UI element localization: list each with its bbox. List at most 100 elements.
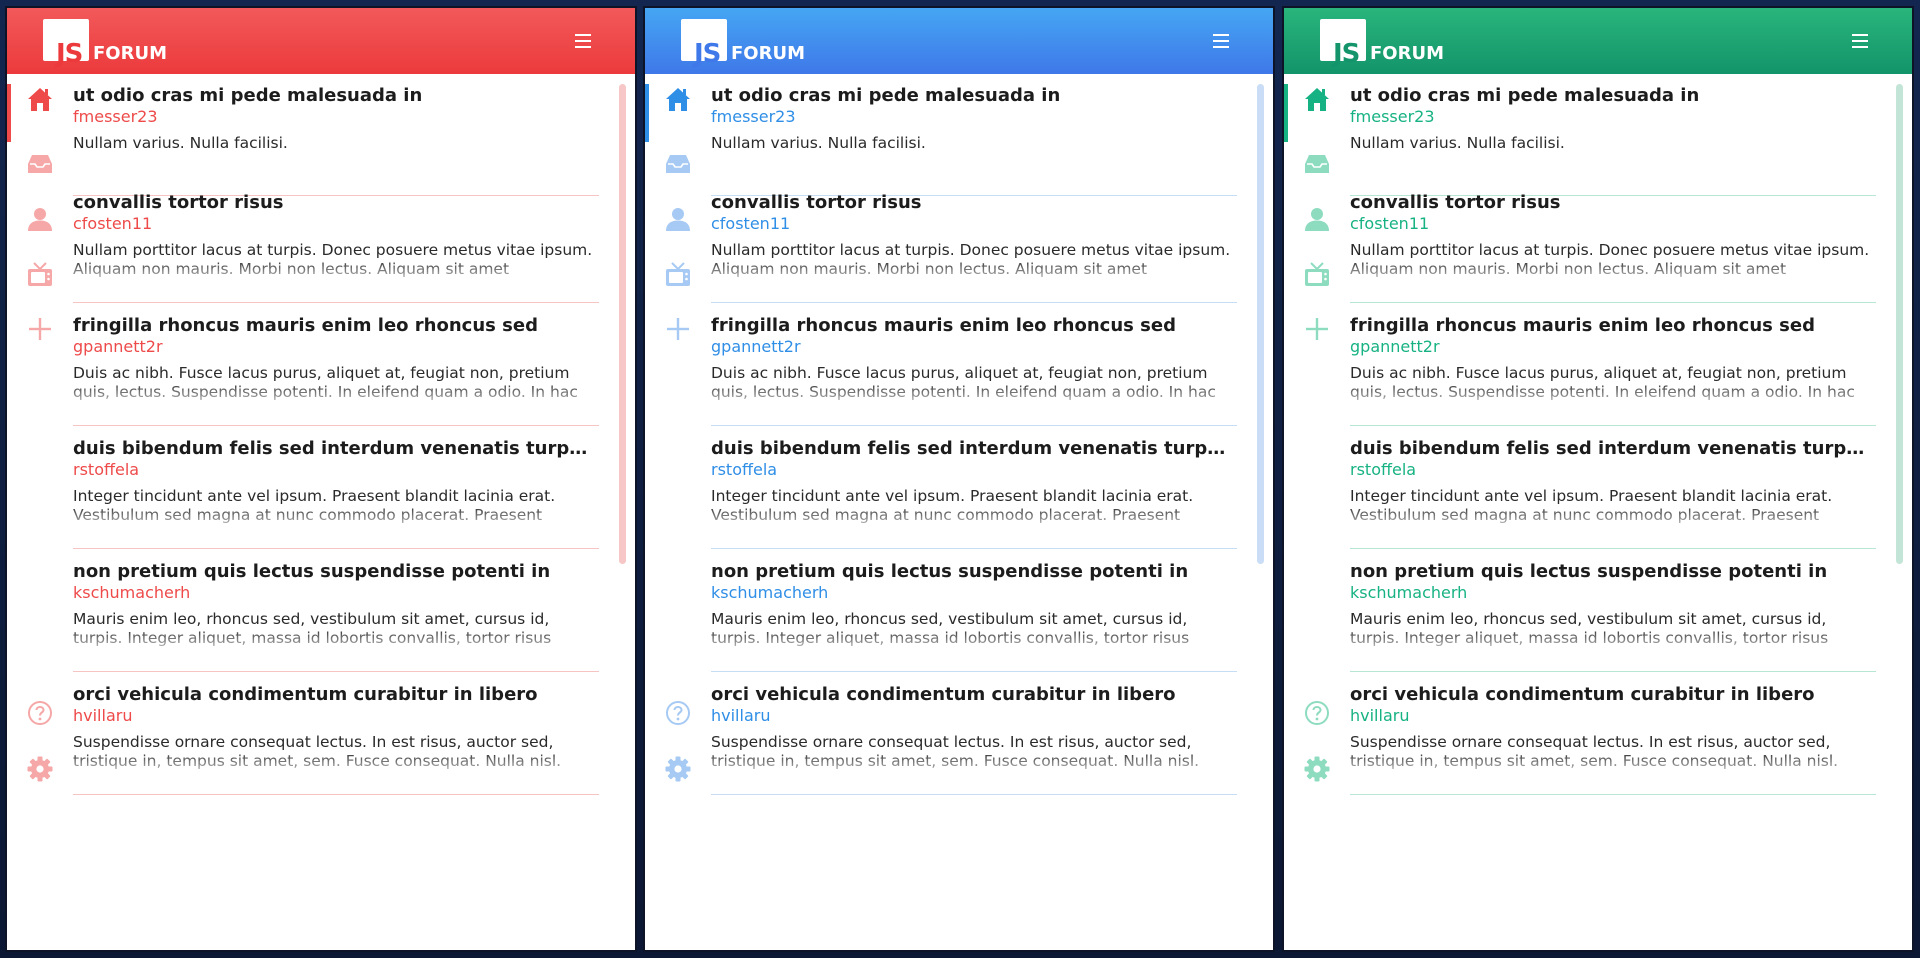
hamburger-menu-icon[interactable] xyxy=(1852,34,1868,48)
nav-help-icon[interactable] xyxy=(1300,696,1334,730)
app-header: JS FORUM xyxy=(1284,8,1912,74)
post-item[interactable]: orci vehicula condimentum curabitur in l… xyxy=(711,683,1247,834)
logo-js-text: JS xyxy=(1333,39,1360,69)
post-excerpt: Integer tincidunt ante vel ipsum. Praese… xyxy=(1350,487,1833,524)
post-title[interactable]: non pretium quis lectus suspendisse pote… xyxy=(711,560,1231,584)
nav-inbox-icon[interactable] xyxy=(1300,146,1334,180)
nav-tv-icon[interactable] xyxy=(661,258,695,292)
post-excerpt: Duis ac nibh. Fusce lacus purus, aliquet… xyxy=(73,364,578,401)
nav-user-icon[interactable] xyxy=(1300,202,1334,236)
hamburger-menu-icon[interactable] xyxy=(1213,34,1229,48)
nav-user-icon[interactable] xyxy=(661,202,695,236)
post-author[interactable]: hvillaru xyxy=(711,705,770,727)
post-author[interactable]: fmesser23 xyxy=(73,106,158,128)
nav-user-icon[interactable] xyxy=(23,202,57,236)
post-excerpt: Suspendisse ornare consequat lectus. In … xyxy=(73,733,562,770)
active-nav-indicator xyxy=(1284,84,1288,142)
post-divider xyxy=(1350,548,1876,549)
post-title[interactable]: convallis tortor risus xyxy=(711,191,1231,215)
post-excerpt: Nullam porttitor lacus at turpis. Donec … xyxy=(73,241,593,278)
active-nav-indicator xyxy=(645,84,649,142)
nav-help-icon[interactable] xyxy=(661,696,695,730)
forum-panel-red: JS FORUM ut odio cras mi pede malesuada in… xyxy=(5,6,637,952)
nav-tv-icon[interactable] xyxy=(23,258,57,292)
post-title[interactable]: non pretium quis lectus suspendisse pote… xyxy=(1350,560,1870,584)
post-title[interactable]: ut odio cras mi pede malesuada in xyxy=(1350,84,1870,108)
nav-gear-icon[interactable] xyxy=(1300,752,1334,786)
scrollbar[interactable] xyxy=(1896,84,1903,564)
post-title[interactable]: orci vehicula condimentum curabitur in l… xyxy=(73,683,593,707)
content-area: ut odio cras mi pede malesuada in fmesser… xyxy=(1284,74,1912,950)
nav-help-icon[interactable] xyxy=(23,696,57,730)
post-title[interactable]: fringilla rhoncus mauris enim leo rhoncu… xyxy=(73,314,593,338)
post-title[interactable]: duis bibendum felis sed interdum venenat… xyxy=(1350,437,1870,461)
app-header: JS FORUM xyxy=(645,8,1273,74)
post-excerpt: Nullam porttitor lacus at turpis. Donec … xyxy=(711,241,1231,278)
post-excerpt: Suspendisse ornare consequat lectus. In … xyxy=(711,733,1200,770)
logo-forum-text: FORUM xyxy=(731,43,805,64)
post-title[interactable]: fringilla rhoncus mauris enim leo rhoncu… xyxy=(711,314,1231,338)
post-title[interactable]: ut odio cras mi pede malesuada in xyxy=(711,84,1231,108)
nav-home-icon[interactable] xyxy=(23,82,57,116)
logo-forum-text: FORUM xyxy=(93,43,167,64)
menu-bar xyxy=(575,34,591,36)
post-author[interactable]: gpannett2r xyxy=(711,336,801,358)
post-excerpt: Mauris enim leo, rhoncus sed, vestibulum… xyxy=(711,610,1190,647)
post-title[interactable]: orci vehicula condimentum curabitur in l… xyxy=(1350,683,1870,707)
post-author[interactable]: hvillaru xyxy=(73,705,132,727)
logo-js-text: JS xyxy=(56,39,83,69)
nav-home-icon[interactable] xyxy=(1300,82,1334,116)
post-excerpt: Nullam porttitor lacus at turpis. Donec … xyxy=(1350,241,1870,278)
nav-home-icon[interactable] xyxy=(661,82,695,116)
content-area: ut odio cras mi pede malesuada in fmesser… xyxy=(645,74,1273,950)
scrollbar[interactable] xyxy=(619,84,626,564)
post-author[interactable]: gpannett2r xyxy=(1350,336,1440,358)
nav-inbox-icon[interactable] xyxy=(661,146,695,180)
post-title[interactable]: orci vehicula condimentum curabitur in l… xyxy=(711,683,1231,707)
hamburger-menu-icon[interactable] xyxy=(575,34,591,48)
menu-bar xyxy=(1213,34,1229,36)
post-divider xyxy=(73,671,599,672)
post-excerpt: Integer tincidunt ante vel ipsum. Praese… xyxy=(711,487,1194,524)
post-author[interactable]: kschumacherh xyxy=(73,582,190,604)
nav-gear-icon[interactable] xyxy=(661,752,695,786)
post-title[interactable]: convallis tortor risus xyxy=(73,191,593,215)
post-item[interactable]: orci vehicula condimentum curabitur in l… xyxy=(1350,683,1886,834)
post-author[interactable]: kschumacherh xyxy=(1350,582,1467,604)
post-author[interactable]: gpannett2r xyxy=(73,336,163,358)
post-item[interactable]: orci vehicula condimentum curabitur in l… xyxy=(73,683,609,834)
post-title[interactable]: ut odio cras mi pede malesuada in xyxy=(73,84,593,108)
post-author[interactable]: cfosten11 xyxy=(711,213,790,235)
post-author[interactable]: rstoffela xyxy=(711,459,777,481)
post-author[interactable]: cfosten11 xyxy=(1350,213,1429,235)
post-author[interactable]: rstoffela xyxy=(1350,459,1416,481)
post-author[interactable]: kschumacherh xyxy=(711,582,828,604)
nav-inbox-icon[interactable] xyxy=(23,146,57,180)
nav-plus-icon[interactable] xyxy=(1300,312,1334,346)
post-title[interactable]: fringilla rhoncus mauris enim leo rhoncu… xyxy=(1350,314,1870,338)
post-divider xyxy=(1350,671,1876,672)
post-author[interactable]: fmesser23 xyxy=(1350,106,1435,128)
scrollbar[interactable] xyxy=(1257,84,1264,564)
nav-plus-icon[interactable] xyxy=(661,312,695,346)
nav-gear-icon[interactable] xyxy=(23,752,57,786)
post-divider xyxy=(1350,425,1876,426)
post-title[interactable]: duis bibendum felis sed interdum venenat… xyxy=(73,437,593,461)
logo-forum-text: FORUM xyxy=(1370,43,1444,64)
post-divider xyxy=(1350,794,1876,795)
menu-bar xyxy=(1213,46,1229,48)
logo-js-text: JS xyxy=(694,39,721,69)
post-author[interactable]: hvillaru xyxy=(1350,705,1409,727)
post-author[interactable]: rstoffela xyxy=(73,459,139,481)
post-author[interactable]: fmesser23 xyxy=(711,106,796,128)
post-divider xyxy=(711,302,1237,303)
post-author[interactable]: cfosten11 xyxy=(73,213,152,235)
post-title[interactable]: convallis tortor risus xyxy=(1350,191,1870,215)
post-divider xyxy=(1350,302,1876,303)
post-title[interactable]: non pretium quis lectus suspendisse pote… xyxy=(73,560,593,584)
nav-tv-icon[interactable] xyxy=(1300,258,1334,292)
nav-plus-icon[interactable] xyxy=(23,312,57,346)
post-title[interactable]: duis bibendum felis sed interdum venenat… xyxy=(711,437,1231,461)
post-divider xyxy=(711,671,1237,672)
post-excerpt: Duis ac nibh. Fusce lacus purus, aliquet… xyxy=(711,364,1216,401)
